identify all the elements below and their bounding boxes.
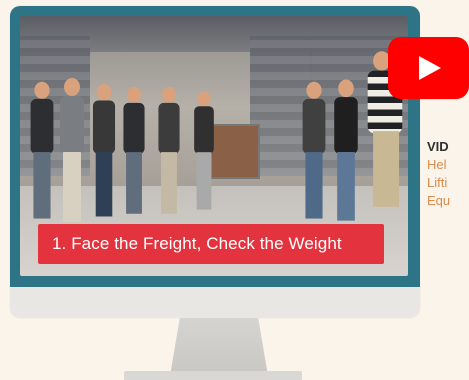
person-figure xyxy=(91,84,117,222)
video-description: VID Hel Lifti Equ xyxy=(427,138,469,210)
person-figure xyxy=(301,81,328,225)
youtube-play-button[interactable] xyxy=(388,37,469,99)
video-description-line-3: Equ xyxy=(427,193,451,208)
video-thumbnail[interactable]: 1. Face the Freight, Check the Weight xyxy=(20,16,408,276)
play-icon xyxy=(419,56,441,80)
video-description-title: VID xyxy=(427,139,449,154)
video-description-line-2: Lifti xyxy=(427,175,448,190)
screen-frame: 1. Face the Freight, Check the Weight xyxy=(10,6,420,287)
person-figure xyxy=(122,87,147,219)
video-description-line-1: Hel xyxy=(427,157,447,172)
monitor-stand-base xyxy=(124,371,302,380)
person-figure xyxy=(193,91,216,215)
person-figure xyxy=(58,78,86,228)
person-figure xyxy=(332,79,359,227)
person-figure xyxy=(29,81,56,225)
monitor-stand-neck xyxy=(170,318,268,376)
person-figure xyxy=(157,87,182,219)
warehouse-cart xyxy=(210,124,260,179)
page: 1. Face the Freight, Check the Weight VI… xyxy=(0,0,469,380)
video-caption: 1. Face the Freight, Check the Weight xyxy=(38,224,384,264)
monitor-illustration: 1. Face the Freight, Check the Weight xyxy=(10,6,420,318)
